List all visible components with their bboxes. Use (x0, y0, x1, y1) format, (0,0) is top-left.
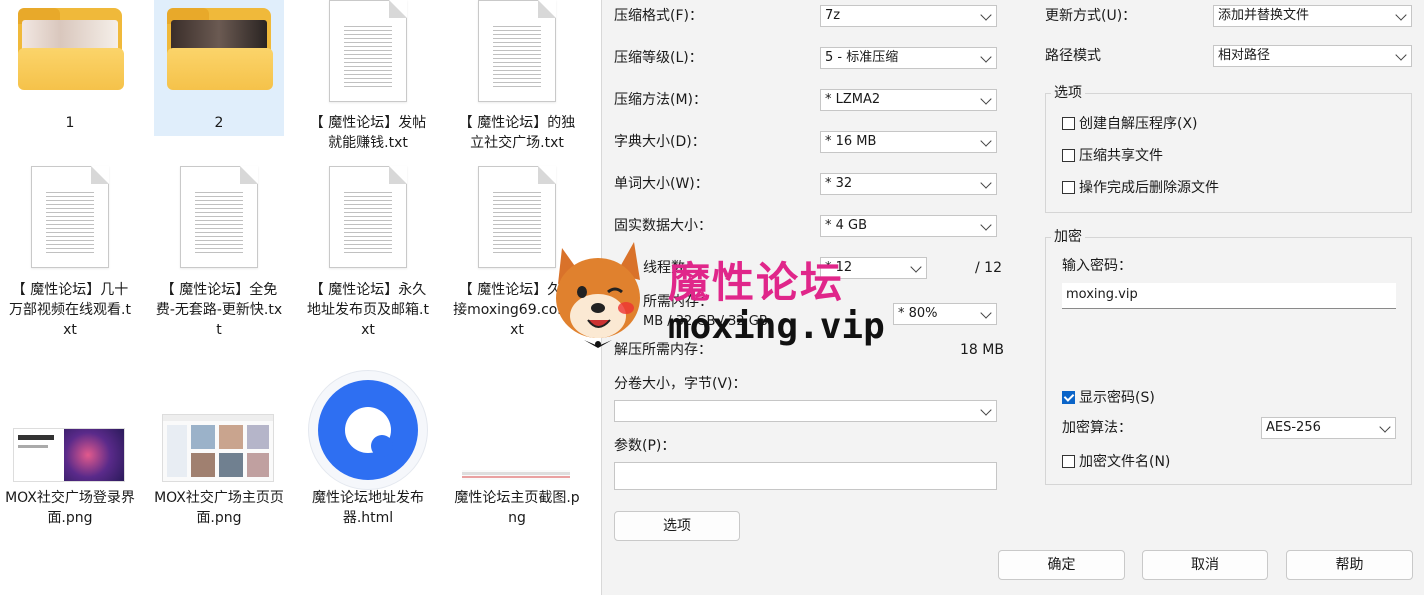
file-name: 【 魔性论坛】永久地址发布页及邮箱.txt (307, 282, 429, 338)
chevron-down-icon (980, 9, 992, 21)
ok-button[interactable]: 确定 (998, 550, 1125, 580)
text-file-icon (329, 166, 407, 268)
update-mode-select[interactable]: 添加并替换文件 (1213, 5, 1412, 27)
dict-label: 字典大小(D)： (614, 134, 706, 150)
file-name: 2 (214, 115, 224, 131)
image-thumbnail (462, 470, 570, 480)
png-file-item[interactable]: MOX社交广场主页页面.png (154, 370, 284, 540)
password-input[interactable]: moxing.vip (1062, 283, 1396, 309)
app-icon (308, 370, 428, 490)
params-label: 参数(P)： (614, 438, 676, 454)
decomp-memory-value: 18 MB (960, 342, 1004, 358)
word-select[interactable]: * 32 (820, 173, 997, 195)
threads-total: / 12 (975, 260, 1002, 276)
txt-file-item[interactable]: 【 魔性论坛】永久地址发布页及邮箱.txt (303, 166, 433, 346)
chevron-down-icon (910, 261, 922, 273)
chevron-down-icon (1379, 421, 1391, 433)
chevron-down-icon (980, 51, 992, 63)
checkbox-icon (1062, 149, 1075, 162)
checkbox-icon (1062, 117, 1075, 130)
file-name: 1 (65, 115, 75, 131)
shared-files-checkbox[interactable]: 压缩共享文件 (1062, 146, 1163, 166)
txt-file-item[interactable]: 【 魔性论坛】发帖就能赚钱.txt (303, 0, 433, 160)
volume-select[interactable] (614, 400, 997, 422)
file-name: 魔性论坛主页截图.png (454, 490, 580, 526)
txt-file-item[interactable]: 【 魔性论坛】几十万部视频在线观看.txt (5, 166, 135, 346)
solid-select[interactable]: * 4 GB (820, 215, 997, 237)
volume-label: 分卷大小，字节(V)： (614, 376, 747, 392)
file-name: 【 魔性论坛】发帖就能赚钱.txt (309, 115, 427, 151)
method-select[interactable]: * LZMA2 (820, 89, 997, 111)
chevron-down-icon (980, 93, 992, 105)
dict-select[interactable]: * 16 MB (820, 131, 997, 153)
text-file-icon (180, 166, 258, 268)
folder-icon (167, 8, 273, 90)
folder-item[interactable]: 1 (5, 0, 135, 136)
file-name: 【 魔性论坛】的独立社交广场.txt (458, 115, 576, 151)
format-select[interactable]: 7z (820, 5, 997, 27)
checkbox-checked-icon (1062, 391, 1075, 404)
path-mode-label: 路径模式 (1045, 48, 1101, 64)
file-name: MOX社交广场主页页面.png (154, 490, 284, 526)
file-explorer: 1 2 【 魔性论坛】发帖就能赚钱.txt 【 魔性论坛】的独立社交广场.txt… (0, 0, 601, 595)
png-file-item[interactable]: 魔性论坛主页截图.png (452, 370, 582, 540)
file-name: 【 魔性论坛】几十万部视频在线观看.txt (9, 282, 131, 338)
cancel-button[interactable]: 取消 (1142, 550, 1268, 580)
text-file-icon (478, 0, 556, 102)
sfx-checkbox[interactable]: 创建自解压程序(X) (1062, 114, 1198, 134)
watermark-url: moxing.vip (668, 306, 885, 347)
params-input[interactable] (614, 462, 997, 490)
chevron-down-icon (980, 219, 992, 231)
encryption-group-title: 加密 (1051, 228, 1085, 246)
encryption-method-select[interactable]: AES-256 (1261, 417, 1396, 439)
shiba-mascot-logo (548, 236, 648, 356)
encrypt-names-checkbox[interactable]: 加密文件名(N) (1062, 452, 1170, 472)
show-password-checkbox[interactable]: 显示密码(S) (1062, 388, 1155, 408)
chevron-down-icon (980, 177, 992, 189)
word-label: 单词大小(W)： (614, 176, 709, 192)
txt-file-item[interactable]: 【 魔性论坛】的独立社交广场.txt (452, 0, 582, 160)
watermark-title: 魔性论坛 (668, 258, 845, 307)
path-mode-select[interactable]: 相对路径 (1213, 45, 1412, 67)
method-label: 压缩方法(M)： (614, 92, 708, 108)
png-file-item[interactable]: MOX社交广场登录界面.png (5, 370, 135, 540)
text-file-icon (329, 0, 407, 102)
html-file-item[interactable]: 魔性论坛地址发布器.html (303, 370, 433, 540)
text-file-icon (478, 166, 556, 268)
image-thumbnail (162, 414, 274, 482)
chevron-down-icon (980, 135, 992, 147)
options-group-title: 选项 (1051, 84, 1085, 102)
update-mode-label: 更新方式(U)： (1045, 8, 1137, 24)
solid-label: 固实数据大小： (614, 218, 712, 234)
checkbox-icon (1062, 455, 1075, 468)
file-name: 魔性论坛地址发布器.html (312, 490, 424, 526)
memory-select[interactable]: * 80% (893, 303, 997, 325)
folder-item-selected[interactable]: 2 (154, 0, 284, 136)
format-label: 压缩格式(F)： (614, 8, 703, 24)
encryption-method-label: 加密算法： (1062, 420, 1132, 436)
chevron-down-icon (980, 404, 992, 416)
text-file-icon (31, 166, 109, 268)
help-button[interactable]: 帮助 (1286, 550, 1413, 580)
file-name: MOX社交广场登录界面.png (5, 490, 135, 526)
delete-after-checkbox[interactable]: 操作完成后删除源文件 (1062, 178, 1219, 198)
file-name: 【 魔性论坛】全免费-无套路-更新快.txt (155, 282, 283, 338)
image-thumbnail (13, 428, 125, 482)
chevron-down-icon (1395, 9, 1407, 21)
options-button[interactable]: 选项 (614, 511, 740, 541)
checkbox-icon (1062, 181, 1075, 194)
chevron-down-icon (1395, 49, 1407, 61)
txt-file-item[interactable]: 【 魔性论坛】全免费-无套路-更新快.txt (154, 166, 284, 346)
level-select[interactable]: 5 - 标准压缩 (820, 47, 997, 69)
chevron-down-icon (980, 307, 992, 319)
folder-icon (18, 8, 124, 90)
password-label: 输入密码： (1062, 258, 1132, 274)
level-label: 压缩等级(L)： (614, 50, 703, 66)
